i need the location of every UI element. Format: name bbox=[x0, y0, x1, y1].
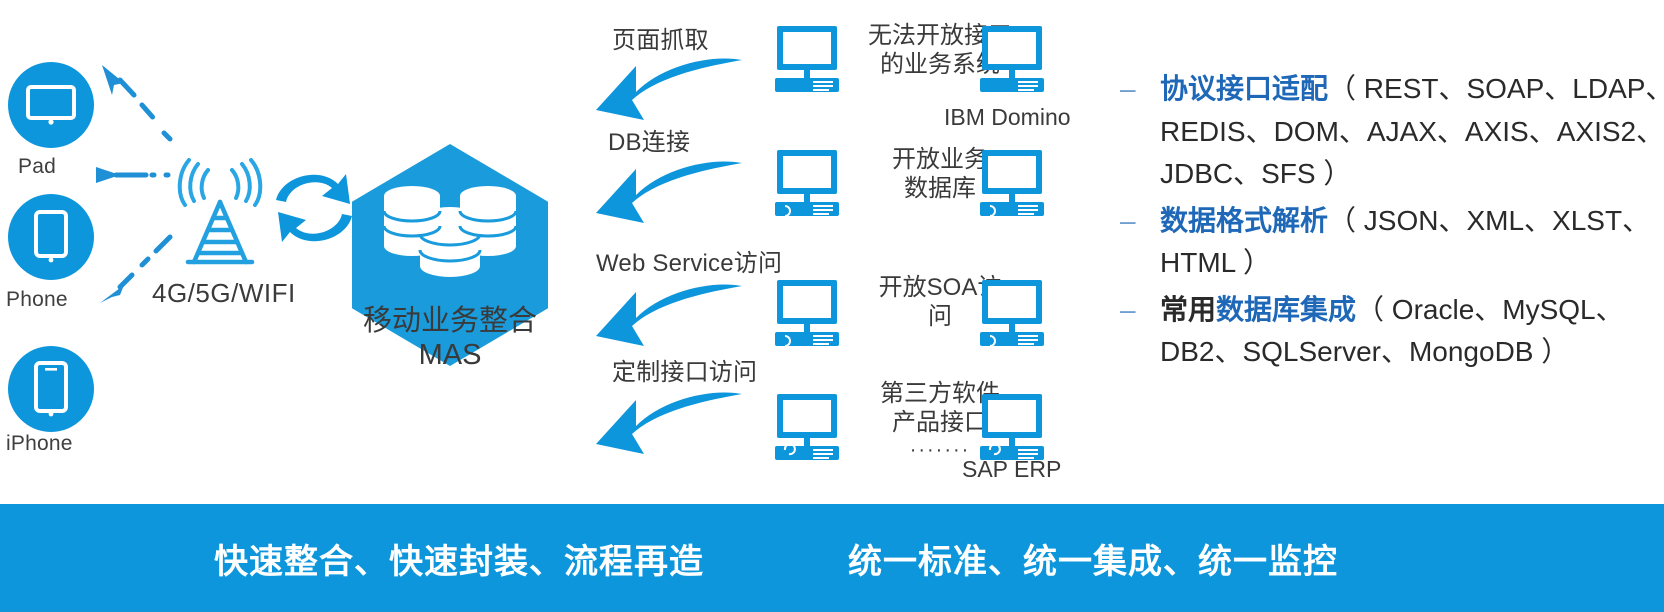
monitor-icon-left-0 bbox=[775, 26, 839, 92]
capability-item-1: – 数据格式解析（ JSON、XML、XLST、 HTML ） bbox=[1118, 200, 1664, 285]
monitor-icon-right-3 bbox=[980, 394, 1044, 460]
capability-head-2: 数据库集成 bbox=[1216, 293, 1357, 325]
smartphone-icon bbox=[34, 210, 68, 263]
device-label-phone: Phone bbox=[6, 288, 68, 311]
monitor-icon-left-2 bbox=[775, 280, 839, 347]
device-phone bbox=[8, 194, 94, 280]
capability-line-1-0: （ JSON、XML、XLST、 bbox=[1328, 204, 1651, 236]
capability-line-2-0: （ Oracle、MySQL、 bbox=[1356, 293, 1624, 325]
bullet-dash-icon-1: – bbox=[1120, 204, 1136, 236]
device-label-pad: Pad bbox=[18, 155, 56, 178]
capability-line-1-1: HTML ） bbox=[1160, 247, 1271, 279]
capability-head-1: 数据格式解析 bbox=[1160, 204, 1329, 236]
monitor-icon-right-2 bbox=[980, 280, 1044, 347]
capability-line-2-1: DB2、SQLServer、MongoDB ） bbox=[1160, 336, 1570, 368]
database-stack-icon bbox=[382, 186, 518, 277]
capability-line-0-0: （ REST、SOAP、LDAP、 bbox=[1328, 73, 1664, 104]
capability-list: – 协议接口适配（ REST、SOAP、LDAP、 REDIS、DOM、AJAX… bbox=[1118, 68, 1664, 378]
bullet-dash-icon-0: – bbox=[1120, 73, 1136, 104]
device-pad bbox=[8, 62, 94, 148]
monitor-icon-left-3 bbox=[775, 394, 839, 460]
brand-label-3: SAP ERP bbox=[962, 456, 1062, 482]
mas-label: 移动业务整合 MAS bbox=[362, 305, 537, 372]
monitor-icon-left-1 bbox=[775, 150, 839, 217]
capability-text-2: 常用数据库集成（ Oracle、MySQL、 DB2、SQLServer、Mon… bbox=[1160, 289, 1664, 374]
channel-arrow-3 bbox=[596, 392, 742, 454]
monitor-icon-right-0 bbox=[980, 26, 1044, 92]
iphone-icon bbox=[34, 361, 68, 417]
capability-text-1: 数据格式解析（ JSON、XML、XLST、 HTML ） bbox=[1160, 200, 1664, 285]
channel-arrow-1 bbox=[596, 161, 742, 223]
monitor-icon-right-1 bbox=[980, 150, 1044, 217]
antenna-tower-icon bbox=[177, 158, 263, 265]
banner-text-left: 快速整合、快速封装、流程再造 bbox=[214, 542, 704, 581]
capability-line-0-1: REDIS、DOM、AJAX、AXIS、AXIS2、 bbox=[1160, 115, 1664, 147]
channel-arrow-2 bbox=[596, 284, 742, 346]
capability-item-0: – 协议接口适配（ REST、SOAP、LDAP、 REDIS、DOM、AJAX… bbox=[1118, 68, 1664, 196]
channel-label-3: 定制接口访问 bbox=[612, 359, 758, 386]
capability-head-prefix-2: 常用 bbox=[1160, 293, 1217, 325]
channel-label-2: Web Service访问 bbox=[596, 250, 783, 277]
device-label-iphone: iPhone bbox=[6, 432, 73, 455]
channel-arrow-0 bbox=[596, 58, 742, 120]
capability-item-2: – 常用数据库集成（ Oracle、MySQL、 DB2、SQLServer、M… bbox=[1118, 289, 1664, 374]
architecture-diagram: Pad Phone iPhone 4G/5G/WIFI 移动业务整合 MAS 页… bbox=[0, 0, 1664, 612]
bottom-banner: 快速整合、快速封装、流程再造 统一标准、统一集成、统一监控 bbox=[0, 504, 1664, 612]
capability-line-0-2: JDBC、SFS ） bbox=[1160, 158, 1352, 190]
brand-label-0: IBM Domino bbox=[944, 104, 1071, 130]
capability-text-0: 协议接口适配（ REST、SOAP、LDAP、 REDIS、DOM、AJAX、A… bbox=[1160, 68, 1664, 196]
channel-label-1: DB连接 bbox=[608, 129, 691, 156]
exchange-arrows-icon bbox=[276, 174, 352, 242]
banner-text-right: 统一标准、统一集成、统一监控 bbox=[848, 542, 1338, 581]
channel-label-0: 页面抓取 bbox=[612, 27, 709, 54]
device-iphone bbox=[8, 346, 94, 432]
network-label: 4G/5G/WIFI bbox=[152, 278, 296, 308]
bullet-dash-icon-2: – bbox=[1120, 293, 1136, 325]
capability-head-0: 协议接口适配 bbox=[1160, 73, 1329, 104]
tablet-icon bbox=[26, 85, 76, 125]
